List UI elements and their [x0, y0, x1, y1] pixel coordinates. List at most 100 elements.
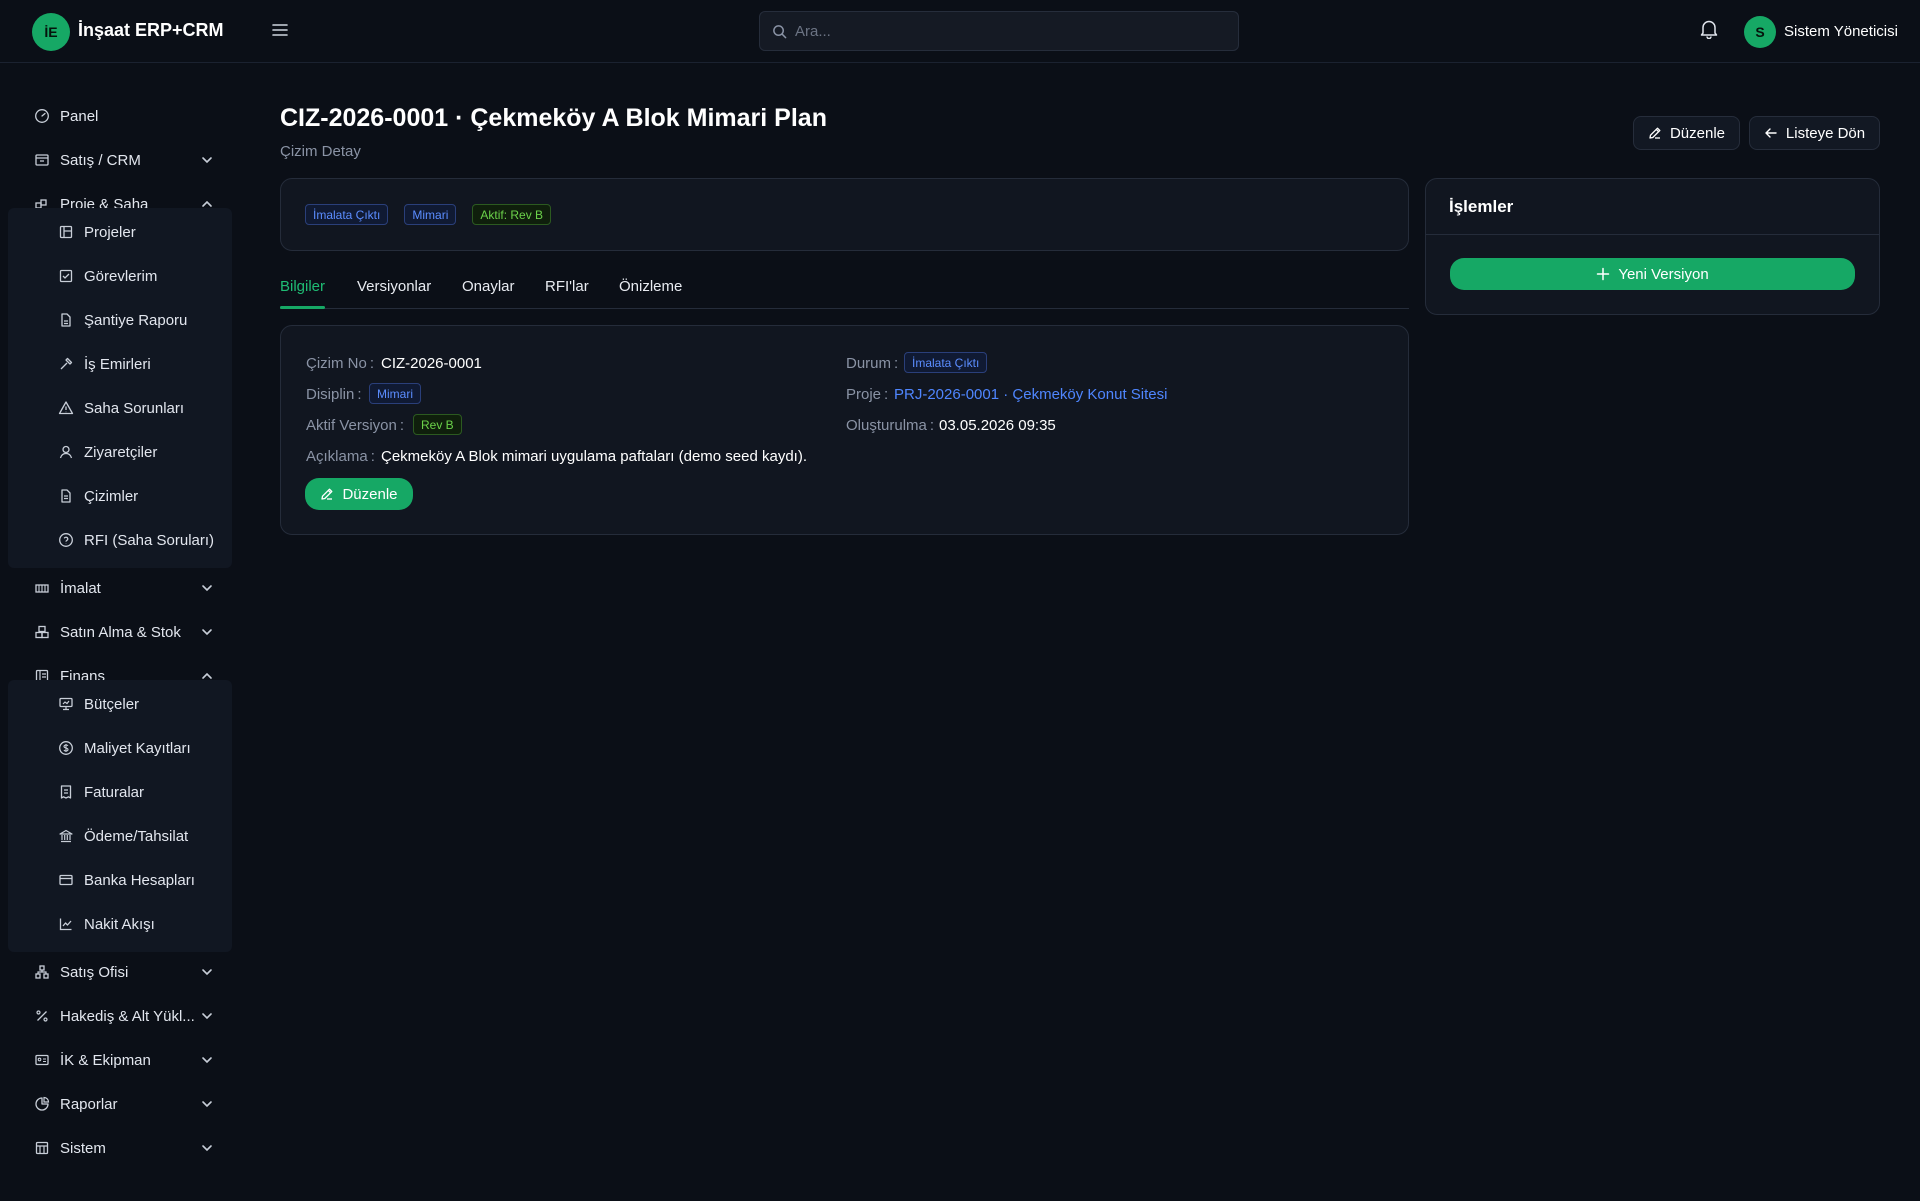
file-icon [58, 312, 74, 328]
sidebar-item-label: RFI (Saha Soruları) [84, 531, 215, 549]
sidebar-item-hakedis[interactable]: Hakediş & Alt Yükl... [20, 996, 220, 1036]
badges-card: İmalata Çıktı Mimari Aktif: Rev B [280, 178, 1409, 251]
sidebar-item-maliyet[interactable]: Maliyet Kayıtları [44, 728, 224, 768]
new-version-button[interactable]: Yeni Versiyon [1450, 258, 1855, 290]
sidebar-item-label: İş Emirleri [84, 355, 151, 373]
avatar[interactable]: S [1744, 16, 1776, 48]
project-link[interactable]: PRJ-2026-0001 · Çekmeköy Konut Sitesi [894, 386, 1167, 403]
chevron-down-icon [200, 1097, 214, 1111]
receipt-icon [58, 784, 74, 800]
active-version-label: Aktif Versiyon: [306, 417, 405, 434]
grid-icon [34, 1140, 50, 1156]
sidebar-item-label: İK & Ekipman [60, 1051, 151, 1069]
percent-icon [34, 1008, 50, 1024]
plus-icon [1596, 267, 1610, 281]
search-box[interactable] [759, 11, 1239, 51]
sidebar-item-banka[interactable]: Banka Hesapları [44, 860, 224, 900]
chevron-down-icon [200, 625, 214, 639]
network-icon [34, 964, 50, 980]
dollar-circle-icon [58, 740, 74, 756]
sidebar-item-label: Projeler [84, 223, 136, 241]
actions-divider [1425, 234, 1880, 235]
sidebar-item-satis-crm[interactable]: Satış / CRM [20, 140, 220, 180]
sidebar-item-label: Saha Sorunları [84, 399, 185, 417]
file-text-icon [58, 488, 74, 504]
id-card-icon [34, 1052, 50, 1068]
sidebar-item-gorevlerim[interactable]: Görevlerim [44, 256, 224, 296]
tab-versiyonlar[interactable]: Versiyonlar [357, 278, 431, 295]
sidebar: Panel Satış / CRM Proje & Saha Projeler … [0, 64, 240, 1201]
pencil-icon [320, 487, 334, 501]
chevron-down-icon [200, 153, 214, 167]
chevron-down-icon [200, 1009, 214, 1023]
sidebar-item-faturalar[interactable]: Faturalar [44, 772, 224, 812]
sidebar-item-label: Çizimler [84, 487, 139, 505]
sidebar-item-saha-sorunlari[interactable]: Saha Sorunları [44, 388, 224, 428]
discipline-value-badge: Mimari [369, 383, 421, 404]
new-version-label: Yeni Versiyon [1618, 265, 1709, 283]
active-tab-indicator [280, 306, 325, 309]
sidebar-item-cizimler[interactable]: Çizimler [44, 476, 224, 516]
sidebar-item-projeler[interactable]: Projeler [44, 212, 224, 252]
sidebar-item-sistem[interactable]: Sistem [20, 1128, 220, 1168]
tab-bilgiler[interactable]: Bilgiler [280, 278, 325, 295]
chevron-down-icon [200, 1053, 214, 1067]
sidebar-item-is-emirleri[interactable]: İş Emirleri [44, 344, 224, 384]
help-circle-icon [58, 532, 74, 548]
user-name[interactable]: Sistem Yöneticisi [1784, 23, 1898, 40]
sidebar-item-label: Sistem [60, 1139, 106, 1157]
warning-icon [58, 400, 74, 416]
status-value-badge: İmalata Çıktı [904, 352, 988, 373]
top-header: İE İnşaat ERP+CRM S Sistem Yöneticisi [0, 0, 1920, 63]
line-chart-icon [58, 916, 74, 932]
sidebar-item-nakit-akisi[interactable]: Nakit Akışı [44, 904, 224, 944]
search-icon [772, 24, 787, 39]
back-to-list-button[interactable]: Listeye Dön [1749, 116, 1880, 150]
sidebar-item-rfi[interactable]: RFI (Saha Soruları) [44, 520, 224, 560]
tab-onaylar[interactable]: Onaylar [462, 278, 515, 295]
sidebar-item-panel[interactable]: Panel [20, 96, 220, 136]
boxes-icon [34, 624, 50, 640]
back-button-label: Listeye Dön [1785, 124, 1866, 142]
sidebar-item-ziyaretciler[interactable]: Ziyaretçiler [44, 432, 224, 472]
bank-icon [58, 828, 74, 844]
sidebar-item-label: Şantiye Raporu [84, 311, 188, 329]
pencil-icon [1648, 126, 1662, 140]
drawing-no-value: CIZ-2026-0001 [381, 355, 482, 372]
sidebar-item-label: Satış Ofisi [60, 963, 129, 981]
sidebar-item-label: Faturalar [84, 783, 145, 801]
sidebar-item-label: Panel [60, 107, 99, 125]
sidebar-item-label: Raporlar [60, 1095, 118, 1113]
sidebar-item-label: Görevlerim [84, 267, 158, 285]
tab-onizleme[interactable]: Önizleme [619, 278, 682, 295]
menu-icon[interactable] [268, 18, 292, 42]
sidebar-item-butceler[interactable]: Bütçeler [44, 684, 224, 724]
details-edit-label: Düzenle [342, 485, 398, 503]
active-version-value-badge: Rev B [413, 414, 462, 435]
sidebar-item-ik[interactable]: İK & Ekipman [20, 1040, 220, 1080]
app-title[interactable]: İnşaat ERP+CRM [78, 20, 224, 41]
gauge-icon [34, 108, 50, 124]
chevron-down-icon [200, 965, 214, 979]
sidebar-item-imalat[interactable]: İmalat [20, 568, 220, 608]
checkbox-icon [58, 268, 74, 284]
drawing-no-label: Çizim No: [306, 355, 375, 372]
app-logo[interactable]: İE [32, 13, 70, 51]
sidebar-item-satin-alma[interactable]: Satın Alma & Stok [20, 612, 220, 652]
sidebar-item-odeme[interactable]: Ödeme/Tahsilat [44, 816, 224, 856]
edit-button[interactable]: Düzenle [1633, 116, 1740, 150]
tab-rfilar[interactable]: RFI'lar [545, 278, 589, 295]
sidebar-item-satis-ofisi[interactable]: Satış Ofisi [20, 952, 220, 992]
details-edit-button[interactable]: Düzenle [305, 478, 413, 510]
factory-icon [34, 580, 50, 596]
discipline-label: Disiplin: [306, 386, 362, 403]
arrow-left-icon [1764, 126, 1778, 140]
sidebar-item-santiye-raporu[interactable]: Şantiye Raporu [44, 300, 224, 340]
credit-card-icon [58, 872, 74, 888]
bell-icon[interactable] [1700, 19, 1722, 43]
pie-chart-icon [34, 1096, 50, 1112]
search-input[interactable] [795, 22, 1215, 40]
discipline-badge: Mimari [404, 204, 457, 225]
sidebar-item-label: Hakediş & Alt Yükl... [60, 1007, 195, 1025]
sidebar-item-raporlar[interactable]: Raporlar [20, 1084, 220, 1124]
